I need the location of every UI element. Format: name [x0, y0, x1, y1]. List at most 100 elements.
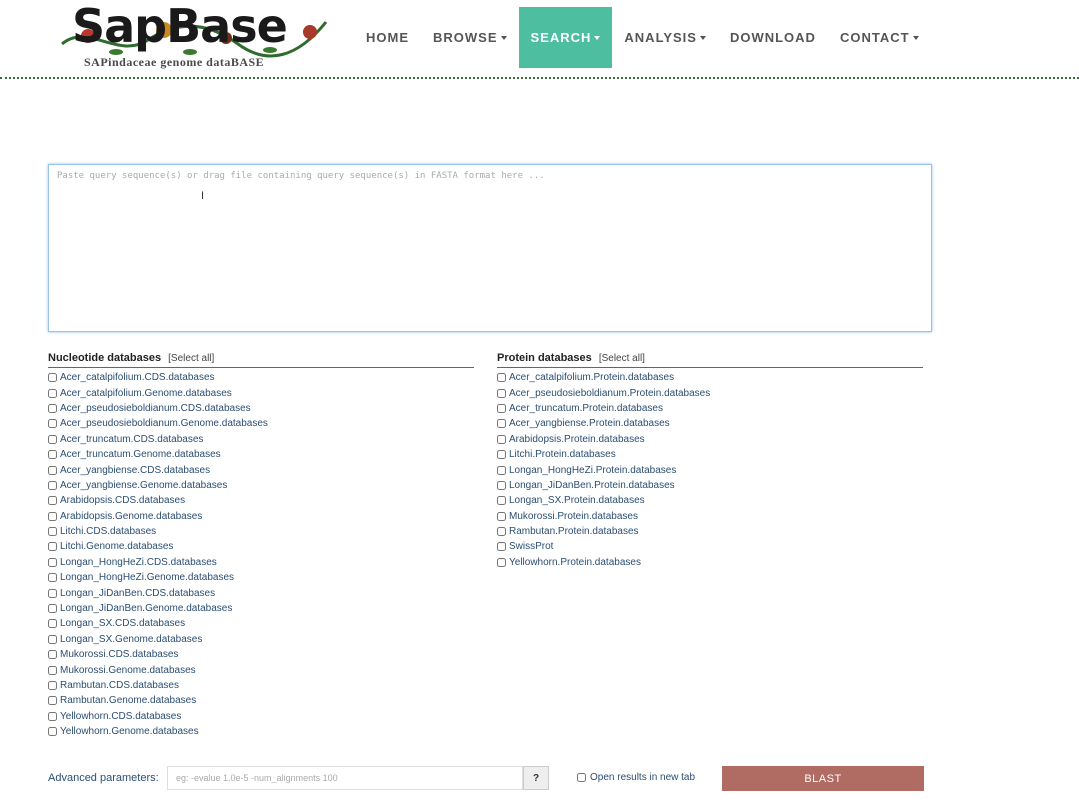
database-checkbox[interactable]	[497, 542, 506, 552]
database-label: Acer_pseudosieboldianum.Genome.databases	[60, 418, 268, 430]
database-option[interactable]: Yellowhorn.Genome.databases	[48, 724, 474, 739]
nucleotide-databases-panel: Nucleotide databases [Select all] Acer_c…	[48, 352, 474, 739]
database-checkbox[interactable]	[48, 634, 57, 644]
database-option[interactable]: Acer_catalpifolium.Protein.databases	[497, 370, 923, 385]
database-label: Acer_yangbiense.Protein.databases	[509, 418, 670, 430]
database-checkbox[interactable]	[497, 527, 506, 537]
nav-contact[interactable]: CONTACT	[828, 7, 931, 68]
database-checkbox[interactable]	[48, 403, 57, 413]
database-checkbox[interactable]	[497, 388, 506, 398]
database-checkbox[interactable]	[48, 527, 57, 537]
database-checkbox[interactable]	[48, 650, 57, 660]
database-checkbox[interactable]	[48, 557, 57, 567]
database-label: Litchi.Genome.databases	[60, 541, 174, 553]
database-option[interactable]: Mukorossi.Protein.databases	[497, 509, 923, 524]
database-label: Acer_catalpifolium.Genome.databases	[60, 387, 232, 399]
database-checkbox[interactable]	[497, 403, 506, 413]
database-option[interactable]: Longan_JiDanBen.Genome.databases	[48, 601, 474, 616]
database-option[interactable]: Rambutan.CDS.databases	[48, 678, 474, 693]
database-checkbox[interactable]	[48, 588, 57, 598]
database-option[interactable]: Acer_truncatum.CDS.databases	[48, 432, 474, 447]
database-option[interactable]: Acer_pseudosieboldianum.CDS.databases	[48, 401, 474, 416]
database-option[interactable]: Arabidopsis.Genome.databases	[48, 509, 474, 524]
database-option[interactable]: Longan_HongHeZi.Genome.databases	[48, 570, 474, 585]
database-checkbox[interactable]	[48, 434, 57, 444]
database-checkbox[interactable]	[497, 450, 506, 460]
database-checkbox[interactable]	[497, 434, 506, 444]
database-option[interactable]: Acer_pseudosieboldianum.Protein.database…	[497, 385, 923, 400]
database-checkbox[interactable]	[48, 681, 57, 690]
database-label: Rambutan.Protein.databases	[509, 526, 639, 538]
database-checkbox[interactable]	[497, 419, 506, 429]
database-checkbox[interactable]	[497, 465, 506, 475]
nucleotide-select-all-link[interactable]: [Select all]	[168, 353, 214, 364]
database-checkbox[interactable]	[497, 496, 506, 506]
nav-search[interactable]: SEARCH	[518, 7, 613, 68]
database-option[interactable]: Longan_JiDanBen.CDS.databases	[48, 585, 474, 600]
nav-browse[interactable]: BROWSE	[421, 7, 519, 68]
open-new-tab-option[interactable]: Open results in new tab	[577, 772, 695, 783]
database-checkbox[interactable]	[48, 373, 57, 383]
database-option[interactable]: Acer_catalpifolium.Genome.databases	[48, 385, 474, 400]
database-option[interactable]: Yellowhorn.CDS.databases	[48, 709, 474, 724]
database-checkbox[interactable]	[48, 727, 57, 737]
database-label: Longan_HongHeZi.Protein.databases	[509, 464, 677, 476]
database-option[interactable]: Acer_yangbiense.Protein.databases	[497, 416, 923, 431]
advanced-parameters-input[interactable]	[167, 766, 523, 790]
database-option[interactable]: Longan_HongHeZi.CDS.databases	[48, 555, 474, 570]
database-option[interactable]: Acer_truncatum.Protein.databases	[497, 401, 923, 416]
database-checkbox[interactable]	[48, 573, 57, 583]
database-option[interactable]: Rambutan.Genome.databases	[48, 693, 474, 708]
database-checkbox[interactable]	[48, 604, 57, 614]
database-checkbox[interactable]	[48, 480, 57, 490]
nav-download[interactable]: DOWNLOAD	[718, 7, 828, 68]
database-label: Yellowhorn.CDS.databases	[60, 710, 182, 722]
database-checkbox[interactable]	[48, 711, 57, 721]
database-option[interactable]: Mukorossi.Genome.databases	[48, 662, 474, 677]
database-label: Longan_JiDanBen.Genome.databases	[60, 603, 233, 615]
nav-analysis[interactable]: ANALYSIS	[612, 7, 718, 68]
protein-select-all-link[interactable]: [Select all]	[599, 353, 645, 364]
database-checkbox[interactable]	[48, 511, 57, 521]
database-checkbox[interactable]	[48, 496, 57, 506]
database-option[interactable]: SwissProt	[497, 539, 923, 554]
database-option[interactable]: Yellowhorn.Protein.databases	[497, 555, 923, 570]
database-checkbox[interactable]	[48, 388, 57, 398]
database-checkbox[interactable]	[497, 373, 506, 383]
advanced-help-button[interactable]: ?	[523, 766, 549, 790]
database-option[interactable]: Acer_yangbiense.CDS.databases	[48, 462, 474, 477]
database-option[interactable]: Longan_HongHeZi.Protein.databases	[497, 462, 923, 477]
database-checkbox[interactable]	[48, 696, 57, 706]
database-checkbox[interactable]	[48, 665, 57, 675]
database-option[interactable]: Acer_truncatum.Genome.databases	[48, 447, 474, 462]
database-option[interactable]: Longan_SX.Protein.databases	[497, 493, 923, 508]
database-checkbox[interactable]	[48, 450, 57, 460]
database-option[interactable]: Longan_SX.CDS.databases	[48, 616, 474, 631]
database-checkbox[interactable]	[48, 419, 57, 429]
database-option[interactable]: Acer_pseudosieboldianum.Genome.databases	[48, 416, 474, 431]
database-checkbox[interactable]	[497, 480, 506, 490]
database-checkbox[interactable]	[48, 465, 57, 475]
database-option[interactable]: Litchi.CDS.databases	[48, 524, 474, 539]
blast-button[interactable]: BLAST	[722, 766, 924, 791]
database-checkbox[interactable]	[497, 557, 506, 567]
nav-home[interactable]: HOME	[354, 7, 421, 68]
database-option[interactable]: Arabidopsis.CDS.databases	[48, 493, 474, 508]
nucleotide-database-list: Acer_catalpifolium.CDS.databases Acer_cat…	[48, 370, 474, 739]
database-option[interactable]: Mukorossi.CDS.databases	[48, 647, 474, 662]
open-new-tab-checkbox[interactable]	[577, 773, 586, 782]
database-option[interactable]: Longan_SX.Genome.databases	[48, 632, 474, 647]
database-checkbox[interactable]	[48, 542, 57, 552]
database-option[interactable]: Longan_JiDanBen.Protein.databases	[497, 478, 923, 493]
database-option[interactable]: Litchi.Protein.databases	[497, 447, 923, 462]
database-option[interactable]: Arabidopsis.Protein.databases	[497, 432, 923, 447]
nav-analysis-label: ANALYSIS	[624, 30, 697, 45]
sapbase-logo[interactable]: SapBase SAPindaceae genome dataBASE	[58, 0, 330, 72]
database-option[interactable]: Acer_yangbiense.Genome.databases	[48, 478, 474, 493]
database-checkbox[interactable]	[497, 511, 506, 521]
database-option[interactable]: Litchi.Genome.databases	[48, 539, 474, 554]
query-sequence-input[interactable]	[48, 164, 932, 332]
database-option[interactable]: Acer_catalpifolium.CDS.databases	[48, 370, 474, 385]
database-checkbox[interactable]	[48, 619, 57, 629]
database-option[interactable]: Rambutan.Protein.databases	[497, 524, 923, 539]
